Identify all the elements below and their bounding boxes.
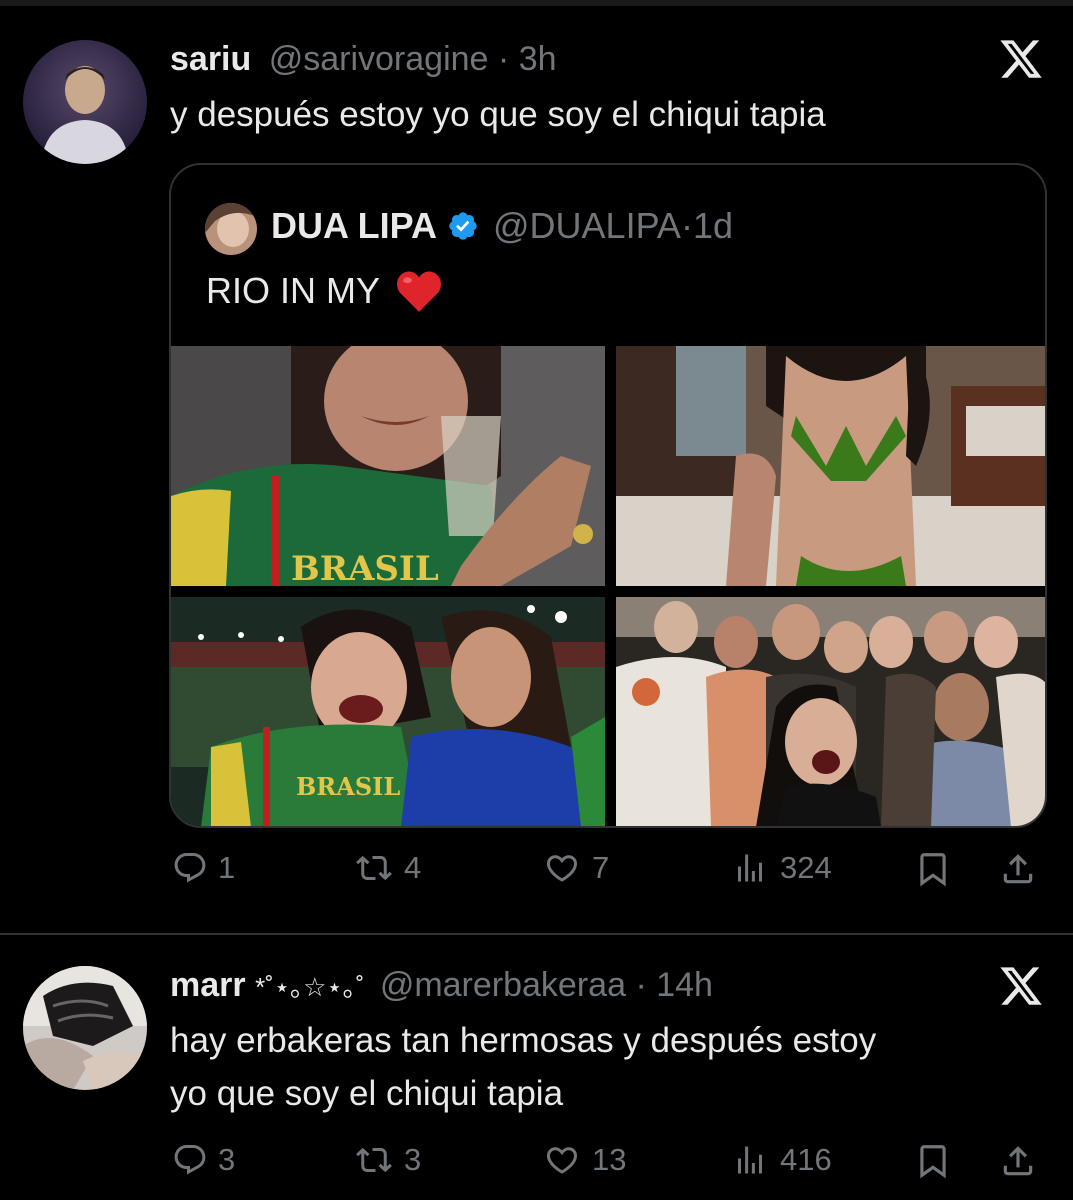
- reply-button[interactable]: 1: [172, 850, 235, 886]
- avatar[interactable]: [23, 40, 147, 164]
- photo-1[interactable]: BRASIL: [171, 346, 605, 586]
- like-count: 13: [592, 1142, 627, 1177]
- retweet-count: 3: [404, 1142, 422, 1177]
- like-count: 7: [592, 850, 610, 885]
- display-name[interactable]: sariu: [170, 40, 251, 78]
- quoted-timestamp[interactable]: 1d: [693, 205, 733, 247]
- top-divider: [0, 0, 1073, 6]
- verified-badge-icon: [449, 212, 477, 240]
- quoted-handle[interactable]: @DUALIPA: [493, 205, 681, 247]
- bookmark-button[interactable]: [914, 1142, 952, 1180]
- tweet-text-line: hay erbakeras tan hermosas y después est…: [170, 1021, 877, 1060]
- share-button[interactable]: [998, 1142, 1038, 1180]
- heart-icon: [546, 855, 578, 882]
- views-count: 416: [780, 1142, 832, 1177]
- tweet-text-line: yo que soy el chiqui tapia: [170, 1074, 564, 1113]
- reply-count: 3: [218, 1142, 236, 1177]
- reply-icon: [174, 853, 206, 883]
- handle[interactable]: @sarivoragine: [269, 40, 489, 78]
- views-button[interactable]: 416: [730, 1142, 832, 1178]
- views-icon: [738, 854, 762, 882]
- heart-icon: [546, 1147, 578, 1174]
- tweet-header: sariu @sarivoragine · 3h: [170, 40, 557, 79]
- separator: ·: [497, 40, 510, 78]
- tweet-text: y después estoy yo que soy el chiqui tap…: [170, 95, 826, 134]
- quoted-text: RIO IN MY: [206, 270, 381, 311]
- separator: ·: [635, 966, 647, 1004]
- retweet-count: 4: [404, 850, 422, 885]
- photo-2[interactable]: [616, 346, 1045, 586]
- quoted-avatar[interactable]: [205, 203, 257, 255]
- like-button[interactable]: 13: [542, 1142, 626, 1178]
- retweet-button[interactable]: 3: [354, 1142, 421, 1178]
- display-name-symbols: *˚⋆｡☆⋆｡˚: [255, 972, 365, 1002]
- views-icon: [738, 1146, 762, 1174]
- share-icon: [1003, 854, 1033, 884]
- views-count: 324: [780, 850, 832, 885]
- x-logo-icon: [1000, 40, 1042, 78]
- photo-3-caption: BRASIL: [296, 772, 400, 801]
- avatar[interactable]: [23, 966, 147, 1090]
- separator: ·: [680, 205, 693, 246]
- share-button[interactable]: [998, 850, 1038, 888]
- tweet-divider: [0, 933, 1073, 935]
- like-button[interactable]: 7: [542, 850, 609, 886]
- red-heart-icon: [397, 271, 442, 312]
- retweet-button[interactable]: 4: [354, 850, 421, 886]
- views-button[interactable]: 324: [730, 850, 832, 886]
- quoted-display-name[interactable]: DUA LIPA: [271, 205, 437, 247]
- quoted-header: DUA LIPA @DUALIPA · 1d: [271, 205, 733, 247]
- handle[interactable]: @marerbakeraa: [380, 966, 626, 1004]
- reply-count: 1: [218, 850, 236, 885]
- bookmark-icon: [920, 853, 946, 887]
- photo-1-caption: BRASIL: [291, 549, 439, 586]
- quoted-text-line: RIO IN MY: [206, 270, 442, 312]
- tweet-header: marr *˚⋆｡☆⋆｡˚ @marerbakeraa · 14h: [170, 966, 713, 1005]
- retweet-icon: [356, 1147, 392, 1173]
- timestamp[interactable]: 14h: [656, 966, 713, 1004]
- share-icon: [1003, 1146, 1033, 1176]
- tweet-actions: 1 4 7 324: [170, 850, 1050, 900]
- reply-icon: [174, 1145, 206, 1175]
- tweet-actions: 3 3 13 416: [170, 1142, 1050, 1192]
- quoted-tweet[interactable]: DUA LIPA @DUALIPA · 1d RIO IN MY BRASIL: [169, 163, 1047, 828]
- display-name[interactable]: marr: [170, 966, 246, 1004]
- tweet-text: hay erbakeras tan hermosas y después est…: [170, 1014, 876, 1120]
- reply-button[interactable]: 3: [172, 1142, 235, 1178]
- photo-3[interactable]: BRASIL: [171, 597, 605, 826]
- x-logo-icon: [1000, 967, 1042, 1005]
- photo-4[interactable]: [616, 597, 1045, 826]
- retweet-icon: [356, 855, 392, 881]
- bookmark-button[interactable]: [914, 850, 952, 888]
- timestamp[interactable]: 3h: [519, 40, 557, 78]
- bookmark-icon: [920, 1145, 946, 1179]
